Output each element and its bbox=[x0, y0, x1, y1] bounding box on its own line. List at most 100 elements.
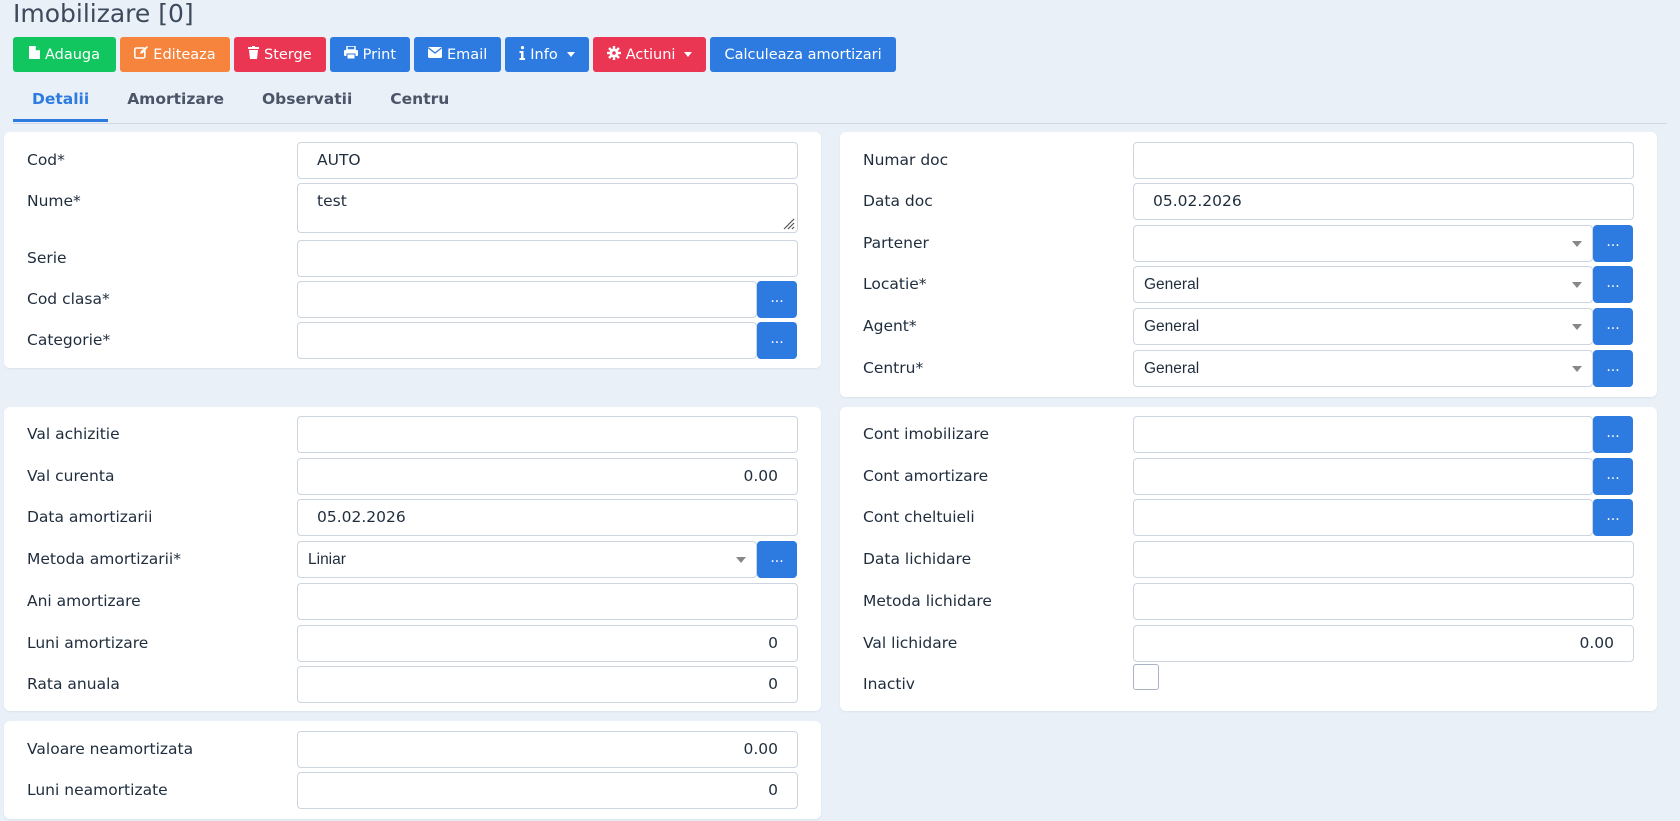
partener-label: Partener bbox=[863, 234, 929, 252]
inactiv-checkbox[interactable] bbox=[1133, 664, 1159, 690]
metoda-lichidare-label: Metoda lichidare bbox=[863, 592, 992, 610]
trash-icon bbox=[248, 46, 259, 63]
cod-input[interactable]: AUTO bbox=[297, 142, 798, 179]
data-lichidare-label: Data lichidare bbox=[863, 550, 972, 568]
general-info-card: Cod* AUTO Nume* test Serie Cod clasa* ..… bbox=[4, 132, 821, 368]
tab-bar: Detalii Amortizare Observatii Centru bbox=[13, 81, 1667, 124]
cont-amortizare-lookup-button[interactable]: ... bbox=[1593, 458, 1633, 495]
cod-clasa-input[interactable] bbox=[297, 281, 757, 318]
metoda-amortizarii-select[interactable]: Liniar bbox=[297, 541, 757, 578]
envelope-icon bbox=[428, 47, 443, 62]
data-amortizarii-label: Data amortizarii bbox=[27, 508, 153, 526]
add-button[interactable]: Adauga bbox=[13, 37, 116, 72]
tab-detalii[interactable]: Detalii bbox=[13, 81, 109, 122]
edit-button-label: Editeaza bbox=[153, 46, 216, 63]
luni-neamortizate-label: Luni neamortizate bbox=[27, 781, 168, 799]
document-card: Numar doc Data doc 05.02.2026 Partener .… bbox=[840, 132, 1657, 397]
data-doc-input[interactable]: 05.02.2026 bbox=[1133, 183, 1634, 220]
cod-clasa-lookup-button[interactable]: ... bbox=[757, 281, 797, 318]
centru-lookup-button[interactable]: ... bbox=[1593, 350, 1633, 387]
numar-doc-input[interactable] bbox=[1133, 142, 1634, 179]
caret-down-icon bbox=[566, 52, 575, 57]
nume-value: test bbox=[317, 192, 347, 210]
cod-label: Cod* bbox=[27, 151, 65, 169]
info-dropdown-button[interactable]: Info bbox=[505, 37, 589, 72]
tab-observatii[interactable]: Observatii bbox=[243, 81, 371, 122]
cont-amortizare-input[interactable] bbox=[1133, 458, 1593, 495]
agent-label: Agent* bbox=[863, 317, 917, 335]
email-button-label: Email bbox=[447, 46, 488, 63]
delete-button[interactable]: Sterge bbox=[234, 37, 326, 72]
cont-amortizare-label: Cont amortizare bbox=[863, 467, 989, 485]
tab-amortizare[interactable]: Amortizare bbox=[108, 81, 243, 122]
file-icon bbox=[28, 46, 40, 63]
valuation-card: Val achizitie Val curenta 0.00 Data amor… bbox=[4, 407, 821, 711]
nume-label: Nume* bbox=[27, 192, 81, 210]
luni-amortizare-label: Luni amortizare bbox=[27, 634, 149, 652]
delete-button-label: Sterge bbox=[264, 46, 312, 63]
locatie-lookup-button[interactable]: ... bbox=[1593, 266, 1633, 303]
add-button-label: Adauga bbox=[44, 46, 101, 63]
accounts-card: Cont imobilizare ... Cont amortizare ...… bbox=[840, 407, 1657, 711]
info-button-label: Info bbox=[530, 46, 558, 63]
edit-icon bbox=[134, 46, 149, 63]
metoda-amortizarii-label: Metoda amortizarii* bbox=[27, 550, 181, 568]
val-curenta-label: Val curenta bbox=[27, 467, 115, 485]
metoda-lichidare-input[interactable] bbox=[1133, 583, 1634, 620]
numar-doc-label: Numar doc bbox=[863, 151, 949, 169]
centru-select[interactable]: General bbox=[1133, 350, 1593, 387]
actions-dropdown-button[interactable]: Actiuni bbox=[592, 37, 707, 72]
agent-lookup-button[interactable]: ... bbox=[1593, 308, 1633, 345]
valoare-neamortizata-label: Valoare neamortizata bbox=[27, 740, 194, 758]
partener-select[interactable] bbox=[1133, 225, 1593, 262]
rata-anuala-input[interactable]: 0 bbox=[297, 666, 798, 703]
val-achizitie-label: Val achizitie bbox=[27, 425, 120, 443]
val-curenta-input[interactable]: 0.00 bbox=[297, 458, 798, 495]
luni-amortizare-input[interactable]: 0 bbox=[297, 625, 798, 662]
gear-icon bbox=[606, 45, 621, 64]
val-achizitie-input[interactable] bbox=[297, 416, 798, 453]
data-lichidare-input[interactable] bbox=[1133, 541, 1634, 578]
ani-amortizare-input[interactable] bbox=[297, 583, 798, 620]
actions-button-label: Actiuni bbox=[625, 46, 676, 63]
resize-handle-icon[interactable] bbox=[781, 216, 795, 230]
page: Imobilizare [0] Adauga Editeaza Sterge P… bbox=[0, 0, 1680, 821]
caret-down-icon bbox=[684, 52, 693, 57]
tab-centru[interactable]: Centru bbox=[371, 81, 468, 122]
data-amortizarii-input[interactable]: 05.02.2026 bbox=[297, 499, 798, 536]
val-lichidare-label: Val lichidare bbox=[863, 634, 958, 652]
categorie-input[interactable] bbox=[297, 322, 757, 359]
metoda-amortizarii-lookup-button[interactable]: ... bbox=[757, 541, 797, 578]
centru-label: Centru* bbox=[863, 359, 924, 377]
agent-select[interactable]: General bbox=[1133, 308, 1593, 345]
ani-amortizare-label: Ani amortizare bbox=[27, 592, 141, 610]
cod-clasa-label: Cod clasa* bbox=[27, 290, 110, 308]
cont-imobilizare-lookup-button[interactable]: ... bbox=[1593, 416, 1633, 453]
rata-anuala-label: Rata anuala bbox=[27, 675, 120, 693]
valoare-neamortizata-input[interactable]: 0.00 bbox=[297, 731, 798, 768]
categorie-label: Categorie* bbox=[27, 331, 111, 349]
undepreciated-card: Valoare neamortizata 0.00 Luni neamortiz… bbox=[4, 721, 821, 819]
locatie-label: Locatie* bbox=[863, 275, 927, 293]
calculate-depreciation-button[interactable]: Calculeaza amortizari bbox=[710, 37, 896, 72]
cont-imobilizare-label: Cont imobilizare bbox=[863, 425, 989, 443]
locatie-select[interactable]: General bbox=[1133, 266, 1593, 303]
cont-cheltuieli-label: Cont cheltuieli bbox=[863, 508, 975, 526]
email-button[interactable]: Email bbox=[414, 37, 502, 72]
cont-imobilizare-input[interactable] bbox=[1133, 416, 1593, 453]
val-lichidare-input[interactable]: 0.00 bbox=[1133, 625, 1634, 662]
info-icon bbox=[519, 45, 526, 64]
nume-textarea[interactable]: test bbox=[297, 183, 798, 233]
serie-label: Serie bbox=[27, 249, 67, 267]
categorie-lookup-button[interactable]: ... bbox=[757, 322, 797, 359]
inactiv-label: Inactiv bbox=[863, 675, 915, 693]
print-button[interactable]: Print bbox=[329, 37, 411, 72]
serie-input[interactable] bbox=[297, 240, 798, 277]
cont-cheltuieli-lookup-button[interactable]: ... bbox=[1593, 499, 1633, 536]
cont-cheltuieli-input[interactable] bbox=[1133, 499, 1593, 536]
partener-lookup-button[interactable]: ... bbox=[1593, 225, 1633, 262]
luni-neamortizate-input[interactable]: 0 bbox=[297, 772, 798, 809]
toolbar: Adauga Editeaza Sterge Print Email Info … bbox=[13, 37, 896, 72]
edit-button[interactable]: Editeaza bbox=[120, 37, 230, 72]
page-title: Imobilizare [0] bbox=[13, 0, 194, 28]
